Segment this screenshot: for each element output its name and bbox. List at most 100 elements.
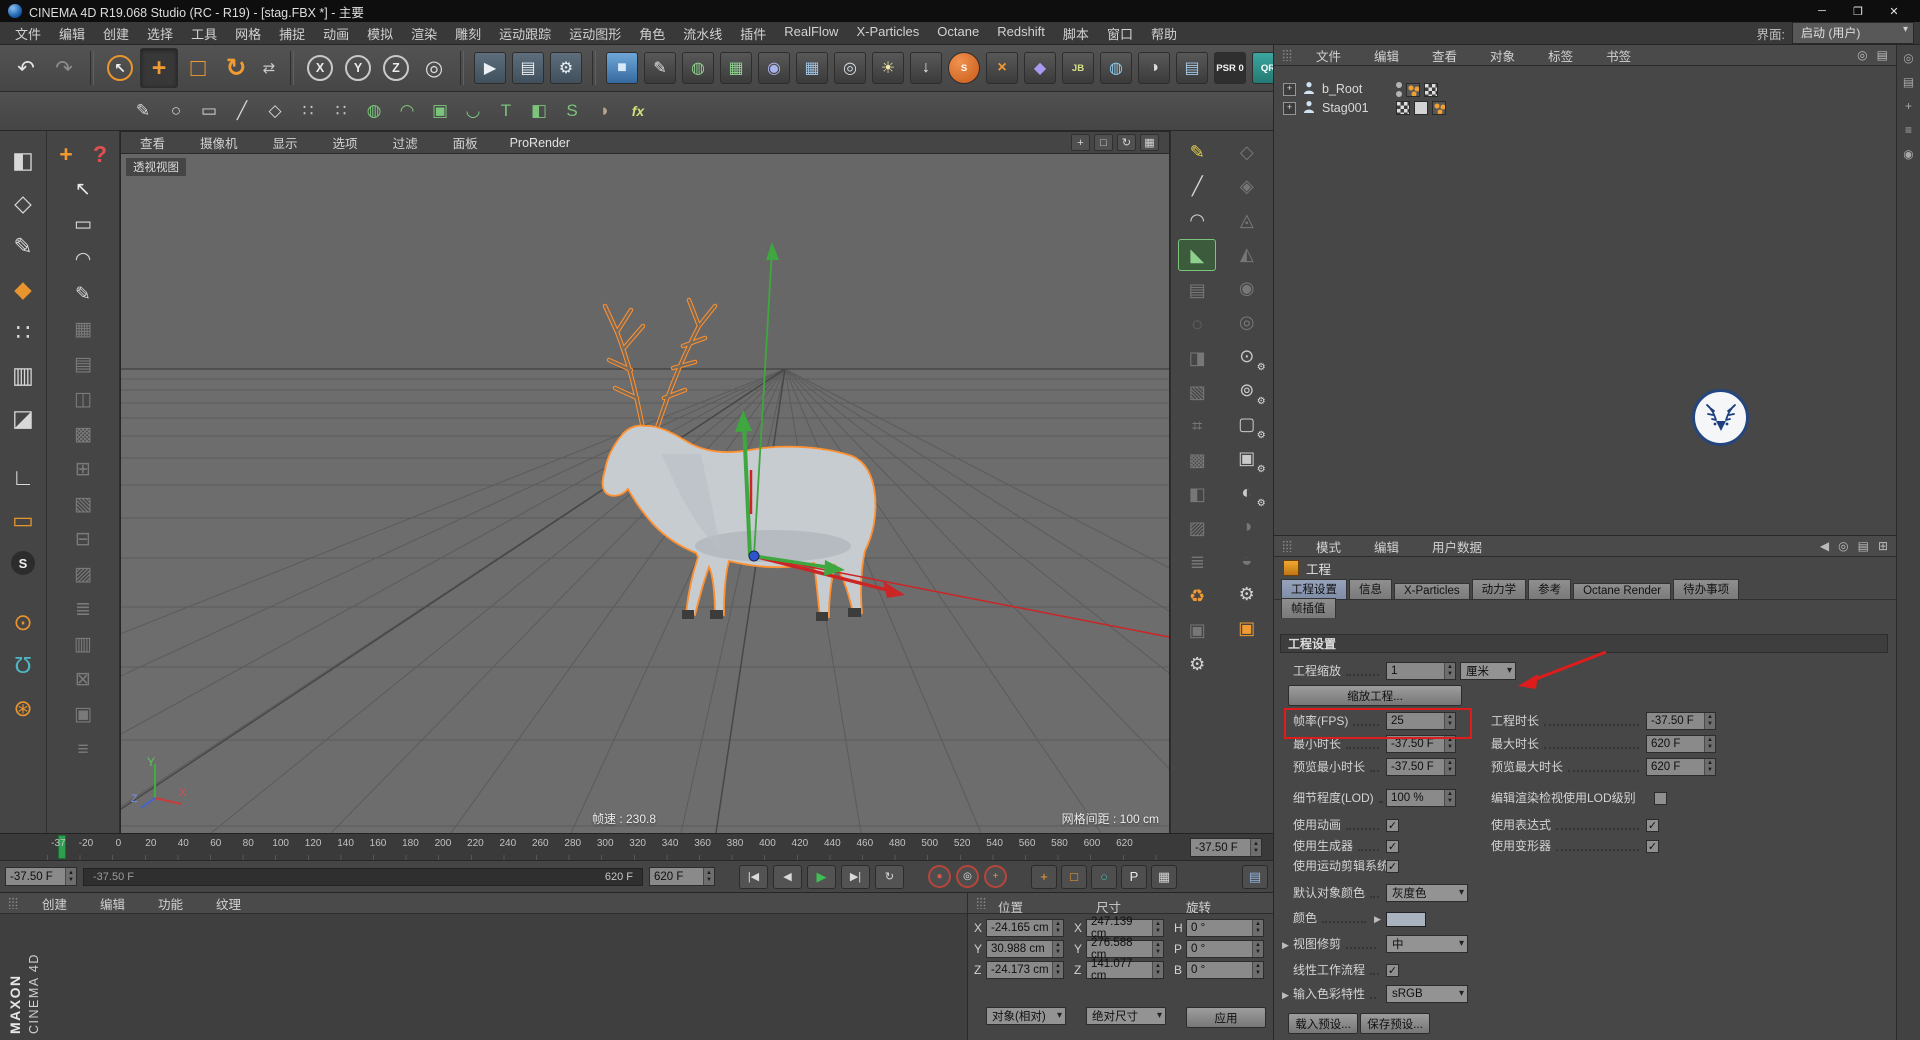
deformer-4-icon[interactable]: ◭ xyxy=(1229,239,1265,269)
object-name[interactable]: Stag001 xyxy=(1322,101,1369,115)
next-frame-button[interactable]: ▶| xyxy=(841,864,870,889)
om-menu-item-0[interactable]: 文件 xyxy=(1307,46,1350,65)
menu-item-8[interactable]: 模拟 xyxy=(358,24,402,43)
cmd-a3-icon[interactable]: ◨ xyxy=(1179,343,1215,373)
cmd-12-icon[interactable]: ▣ xyxy=(66,697,100,732)
key-parameter-toggle[interactable]: P xyxy=(1121,864,1147,889)
rotate-tool-icon[interactable]: ↻ xyxy=(218,49,254,87)
add-cube-icon[interactable]: ■ xyxy=(604,49,640,87)
spline-arc-icon[interactable]: S xyxy=(557,96,587,126)
menu-item-5[interactable]: 网格 xyxy=(226,24,270,43)
dropdown[interactable]: 厘米 xyxy=(1460,662,1516,680)
viewport-menu-item-1[interactable]: 摄像机 xyxy=(191,133,247,152)
brush-icon[interactable]: ◠ xyxy=(1179,205,1215,235)
spinner[interactable]: ▲ ▼ xyxy=(1250,839,1261,856)
render-settings-icon[interactable]: ⚙ xyxy=(548,49,584,87)
viewport-menu-item-4[interactable]: 过滤 xyxy=(384,133,427,152)
autokey-button[interactable]: ◎ xyxy=(956,865,979,888)
cmd-2-icon[interactable]: ▤ xyxy=(66,347,100,382)
dots-grid-a-icon[interactable]: ∷ xyxy=(293,96,323,126)
menu-item-21[interactable]: 窗口 xyxy=(1098,24,1142,43)
panel-drag-handle[interactable] xyxy=(8,897,18,909)
apply-button[interactable]: 应用 xyxy=(1186,1007,1266,1028)
poly-pen-icon[interactable]: ◇ xyxy=(260,96,290,126)
polygons-mode-icon[interactable]: ◪ xyxy=(4,399,42,437)
interface-dropdown[interactable]: 启动 (用户) xyxy=(1792,22,1914,44)
cmd-a10-icon[interactable]: ▣ xyxy=(1179,615,1215,645)
redo-icon[interactable]: ↷ xyxy=(46,49,82,87)
deformer-9-icon[interactable]: ▢ ⚙ xyxy=(1229,409,1266,442)
viewport-rotate-icon[interactable]: ↻ xyxy=(1117,134,1136,151)
text-tool-icon[interactable]: T xyxy=(491,96,521,126)
selection-arrow-icon[interactable]: ↖ xyxy=(66,172,100,207)
rotation-p-field[interactable]: 0 ° ▲ ▼ xyxy=(1186,940,1264,958)
dropdown[interactable]: 中 xyxy=(1386,935,1468,953)
tab-2[interactable]: X-Particles xyxy=(1394,583,1470,599)
close-button[interactable]: ✕ xyxy=(1876,0,1912,22)
expand-arrow-icon[interactable]: ▶ xyxy=(1282,940,1289,951)
particle-emitter-icon[interactable]: × xyxy=(984,49,1020,87)
array-icon[interactable]: ▦ xyxy=(794,49,830,87)
joint-tool-icon[interactable]: JB xyxy=(1060,49,1096,87)
minimize-button[interactable]: ─ xyxy=(1804,0,1840,22)
menu-item-14[interactable]: 流水线 xyxy=(674,24,731,43)
tag-dots-icon[interactable] xyxy=(1432,101,1446,115)
deformer-8-icon[interactable]: ⊚ ⚙ xyxy=(1229,375,1266,408)
menu-item-19[interactable]: Redshift xyxy=(988,24,1054,43)
om-menu-item-1[interactable]: 编辑 xyxy=(1365,46,1408,65)
recycle-icon[interactable]: ♻ xyxy=(1179,581,1215,611)
tag-icon[interactable] xyxy=(1414,101,1428,115)
cmd-8-icon[interactable]: ▨ xyxy=(66,557,100,592)
cmd-5-icon[interactable]: ⊞ xyxy=(66,452,100,487)
panel-drag-handle[interactable] xyxy=(1282,540,1292,552)
key-position-toggle[interactable]: + xyxy=(1031,864,1057,889)
live-selection-icon[interactable]: ↖ xyxy=(102,49,138,87)
menu-item-13[interactable]: 角色 xyxy=(630,24,674,43)
viewport-menu-item-0[interactable]: 查看 xyxy=(131,133,174,152)
value-field[interactable]: 100 % ▲ ▼ xyxy=(1386,789,1456,807)
expander-icon[interactable]: + xyxy=(1283,82,1296,96)
cmd-9-icon[interactable]: ≣ xyxy=(66,592,100,627)
floor-icon[interactable]: ↓ xyxy=(908,49,944,87)
texture-tag-icon[interactable] xyxy=(1396,101,1410,115)
live-select-icon[interactable]: ○ xyxy=(161,96,191,126)
undo-icon[interactable]: ↶ xyxy=(8,49,44,87)
deformer-3-icon[interactable]: ◬ xyxy=(1229,205,1265,235)
strip-search-icon[interactable]: ◎ xyxy=(1903,51,1913,65)
arc-tool-icon[interactable]: ◠ xyxy=(66,242,100,277)
checkbox[interactable]: ✓ xyxy=(1646,840,1659,853)
camera-icon[interactable]: ◎ xyxy=(832,49,868,87)
cmd-10-icon[interactable]: ▥ xyxy=(66,627,100,662)
knife-icon[interactable]: ╱ xyxy=(1179,171,1215,201)
om-menu-item-5[interactable]: 书签 xyxy=(1597,46,1640,65)
value-field[interactable]: -37.50 F ▲ ▼ xyxy=(1386,735,1456,753)
scale-tool-icon[interactable]: □ xyxy=(180,49,216,87)
sky-icon[interactable]: S xyxy=(946,49,982,87)
position-y-field[interactable]: 30.988 cm ▲ ▼ xyxy=(986,940,1064,958)
lock-z-icon[interactable]: Z xyxy=(378,49,414,87)
axis-mode-icon[interactable]: ∟ xyxy=(4,458,42,496)
texture-tag-icon[interactable] xyxy=(1424,82,1438,97)
button[interactable]: 保存预设... xyxy=(1360,1013,1430,1034)
visibility-dots[interactable] xyxy=(1396,82,1402,97)
tab-row2-0[interactable]: 帧插值 xyxy=(1281,598,1336,618)
menu-item-10[interactable]: 雕刻 xyxy=(446,24,490,43)
psr-button[interactable]: PSR 0 xyxy=(1212,49,1248,87)
material-menu-item-1[interactable]: 编辑 xyxy=(91,894,134,913)
menu-item-1[interactable]: 编辑 xyxy=(50,24,94,43)
render-picture-viewer-icon[interactable]: ▤ xyxy=(510,49,546,87)
xpresso-icon[interactable]: fx xyxy=(623,96,653,126)
checkbox[interactable]: ✓ xyxy=(1386,860,1399,873)
value-field[interactable]: -37.50 F ▲ ▼ xyxy=(1386,758,1456,776)
material-menu-item-0[interactable]: 创建 xyxy=(33,894,76,913)
rect-select-icon[interactable]: ▭ xyxy=(194,96,224,126)
help-icon[interactable]: ? xyxy=(83,137,117,172)
boole-icon[interactable]: ◧ xyxy=(524,96,554,126)
om-menu-item-4[interactable]: 标签 xyxy=(1539,46,1582,65)
expander-icon[interactable]: + xyxy=(1283,101,1296,115)
lock-y-icon[interactable]: Y xyxy=(340,49,376,87)
size-z-field[interactable]: 141.077 cm ▲ ▼ xyxy=(1086,958,1164,982)
play-button[interactable]: ▶ xyxy=(807,864,836,889)
orange-cube-icon[interactable]: ▣ xyxy=(1229,613,1265,643)
menu-item-16[interactable]: RealFlow xyxy=(775,24,847,43)
